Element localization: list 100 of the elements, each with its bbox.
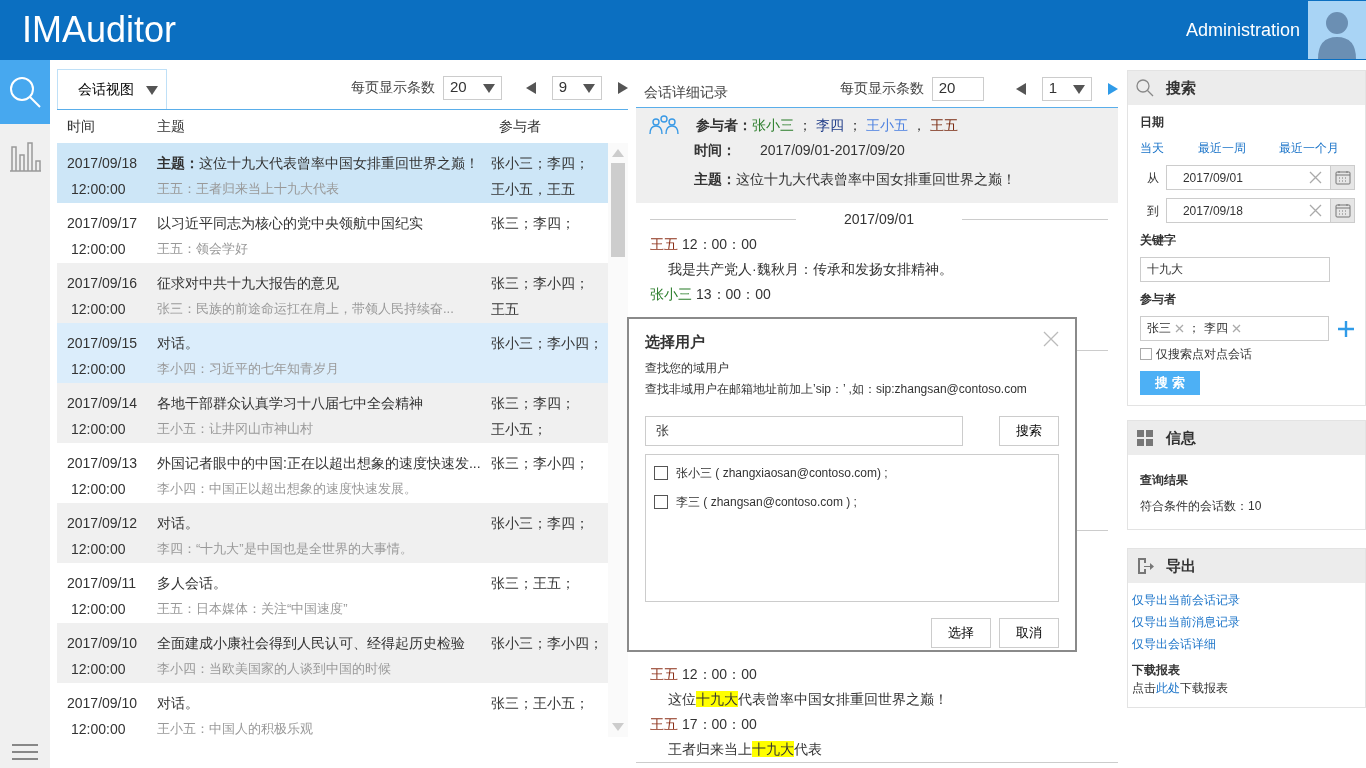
download-link[interactable]: 此处 <box>1156 681 1180 695</box>
export-link[interactable]: 仅导出当前消息记录 <box>1132 613 1355 631</box>
page-size-label: 每页显示条数 <box>839 79 924 98</box>
preview-text: 王小五：中国人的积极乐观 <box>157 720 314 737</box>
page-select[interactable]: 9 <box>551 75 602 100</box>
time-range: 2017/09/01-2017/09/20 <box>760 141 905 160</box>
time-text: 12:00:00 <box>70 600 127 619</box>
subject-text: 对话。 <box>157 694 200 713</box>
people-icon <box>648 114 680 136</box>
sender-name: 王五 <box>650 716 678 732</box>
subject-text: 对话。 <box>157 334 200 353</box>
separator-text: ， <box>911 115 927 135</box>
search-icon <box>8 75 42 109</box>
conversation-row[interactable]: 2017/09/14 12:00:00 各地干部群众认真学习十八届七中全会精神 王小五：让井冈山市神山村 张三；李四；王小五； <box>57 383 608 443</box>
date-field[interactable]: 2017/09/01 <box>1165 165 1355 190</box>
tag-text: 张三 <box>1147 320 1171 337</box>
message-text: 王者归来当上十九大代表 <box>667 740 823 759</box>
remove-icon[interactable] <box>1232 324 1241 333</box>
calendar-button[interactable] <box>1330 199 1354 222</box>
checkbox[interactable] <box>654 495 668 509</box>
add-icon[interactable] <box>1337 319 1355 338</box>
preview-text: 张三：民族的前途命运扛在肩上，带领人民持续奋... <box>157 300 455 318</box>
section-heading: 下载报表 <box>1132 662 1181 679</box>
search-button[interactable]: 搜索 <box>999 415 1059 446</box>
export-link[interactable]: 仅导出会话详细 <box>1132 635 1355 653</box>
conversation-row[interactable]: 2017/09/10 12:00:00 对话。 王小五：中国人的积极乐观 张三；王小五； <box>57 683 608 737</box>
panel-title: 会话详细记录 <box>644 83 728 102</box>
conversation-row[interactable]: 2017/09/10 12:00:00 全面建成小康社会得到人民认可、经得起历史检验 李小四：当欧美国家的人谈到中国的时候 张小三；李小四； <box>57 623 608 683</box>
page-select[interactable]: 1 <box>1041 76 1092 101</box>
time-text: 12:00:00 <box>70 420 127 439</box>
preview-text: 李小四：中国正以超出想象的速度快速发展。 <box>157 480 418 498</box>
dialog-button[interactable]: 取消 <box>999 617 1059 648</box>
date-text: 2017/09/17 <box>67 214 139 233</box>
calendar-button[interactable] <box>1330 166 1354 189</box>
time-text: 12:00:00 <box>70 360 127 379</box>
conversation-row[interactable]: 2017/09/15 12:00:00 对话。 李小四：习近平的七年知青岁月 张小三；李小四； <box>57 323 608 383</box>
search-tab[interactable] <box>0 60 50 124</box>
message-time: 13：00：00 <box>696 286 771 302</box>
time-text: 12:00:00 <box>70 300 127 319</box>
user-name[interactable]: Administration <box>1185 16 1300 44</box>
conversation-row[interactable]: 2017/09/16 12:00:00 征求对中共十九大报告的意见 张三：民族的前途命运扛在肩上，带领人民持续奋... 张三；李小四；王五 <box>57 263 608 323</box>
checkbox[interactable] <box>1140 348 1152 360</box>
previous-page-icon[interactable] <box>1015 82 1026 95</box>
date-range-link[interactable]: 最近一周 <box>1197 139 1246 157</box>
participants-text: 张小三；李小四； <box>491 634 604 653</box>
previous-page-icon[interactable] <box>525 81 536 94</box>
clear-icon[interactable] <box>1309 204 1322 217</box>
date-text: 2017/09/10 <box>67 634 139 653</box>
participants-text: 张三；李四；王小五； <box>491 394 576 439</box>
keyword-field[interactable]: 十九大 <box>1140 257 1330 282</box>
panel-title: 搜索 <box>1166 77 1196 98</box>
conversation-row[interactable]: 2017/09/18 12:00:00 主题：这位十九大代表曾率中国女排重回世界之巅！ 王五：王者归来当上十九大代表 张小三；李四；王小五，王五 <box>57 143 608 203</box>
subject-text: 对话。 <box>157 514 200 533</box>
avatar[interactable] <box>1308 1 1366 59</box>
participant-name: 王小五 <box>866 115 908 135</box>
user-search-field[interactable]: 张 <box>645 415 963 446</box>
calendar-icon <box>1334 203 1351 218</box>
subject-text: 征求对中共十九大报告的意见 <box>157 274 340 293</box>
time-label: 时间： <box>694 141 736 160</box>
message-time: 12：00：00 <box>682 236 757 252</box>
next-page-icon[interactable] <box>618 81 628 94</box>
conversation-row[interactable]: 2017/09/11 12:00:00 多人会话。 王五：日本媒体：关注“中国速度” 张三；王五； <box>57 563 608 623</box>
subject-text: 外国记者眼中的中国:正在以超出想象的速度快速发... <box>157 454 482 473</box>
message-time: 12：00：00 <box>682 666 757 682</box>
download-text: 点击此处下载报表 <box>1132 680 1229 697</box>
remove-icon[interactable] <box>1175 324 1184 333</box>
menu-icon[interactable] <box>12 744 38 760</box>
participants-text: 张小三；李小四； <box>491 334 604 353</box>
date-text: 2017/09/13 <box>67 454 139 473</box>
preview-text: 王小五：让井冈山市神山村 <box>157 420 314 438</box>
checkbox[interactable] <box>654 466 668 480</box>
conversation-row[interactable]: 2017/09/13 12:00:00 外国记者眼中的中国:正在以超出想象的速度快速发... 李小四：中国正以超出想象的速度快速发展。 张三；李小四； <box>57 443 608 503</box>
user-option[interactable]: 张小三 ( zhangxiaosan@contoso.com) ; <box>676 462 888 484</box>
date-range-link[interactable]: 当天 <box>1140 139 1164 157</box>
time-text: 12:00:00 <box>70 180 127 199</box>
preview-text: 李四：“十九大”是中国也是全世界的大事情。 <box>157 540 414 558</box>
date-divider: 2017/09/01 <box>842 210 916 229</box>
date-text: 2017/09/18 <box>67 154 139 173</box>
participants-text: 张三；李小四； <box>491 454 590 473</box>
search-icon <box>1136 79 1154 97</box>
conversation-row[interactable]: 2017/09/17 12:00:00 以习近平同志为核心的党中央领航中国纪实 王五：领会学好 张三；李四； <box>57 203 608 263</box>
participant-name: 王五 <box>930 115 958 135</box>
participants-field[interactable]: 张三 ； 李四 <box>1140 316 1329 341</box>
view-dropdown[interactable]: 会话视图 <box>57 69 167 109</box>
user-option[interactable]: 李三 ( zhangsan@contoso.com ) ; <box>676 491 857 513</box>
page-size-select[interactable]: 20 <box>442 75 502 100</box>
clear-icon[interactable] <box>1309 171 1322 184</box>
date-range-link[interactable]: 最近一个月 <box>1279 139 1339 157</box>
close-icon[interactable] <box>1043 331 1059 347</box>
bar-chart-icon <box>8 139 42 173</box>
page-size-field[interactable]: 20 <box>931 76 984 101</box>
dialog-button[interactable]: 选择 <box>931 617 991 648</box>
instruction-text: 查找您的域用户 <box>645 359 730 377</box>
date-field[interactable]: 2017/09/18 <box>1165 198 1355 223</box>
preview-text: 王五：王者归来当上十九大代表 <box>157 180 340 198</box>
tag-text: 李四 <box>1204 320 1228 337</box>
conversation-row[interactable]: 2017/09/12 12:00:00 对话。 李四：“十九大”是中国也是全世界的大事情。 张小三；李四； <box>57 503 608 563</box>
participants-text: 张三；李四； <box>491 214 576 233</box>
subject-text: 多人会话。 <box>157 574 228 593</box>
export-link[interactable]: 仅导出当前会话记录 <box>1132 591 1355 609</box>
